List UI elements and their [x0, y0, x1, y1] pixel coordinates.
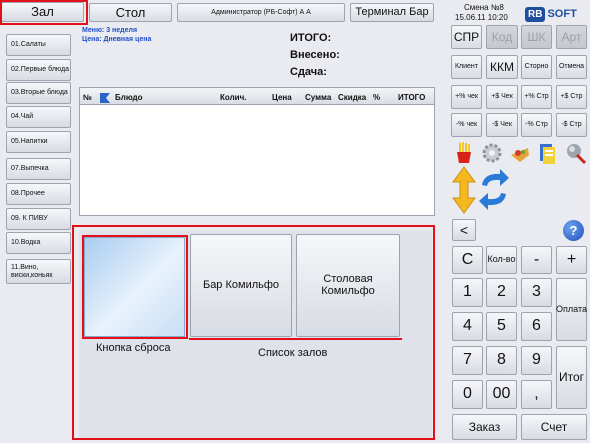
category-other[interactable]: 08.Прочее — [6, 183, 71, 205]
digit-2-button[interactable]: 2 — [486, 278, 517, 307]
column-discount: Скидка — [338, 93, 367, 102]
category-first-courses[interactable]: 02.Первые блюда — [6, 59, 71, 81]
food-icon[interactable] — [508, 141, 532, 165]
percent-markup-line-button[interactable]: +% Стр — [521, 85, 552, 109]
digit-9-button[interactable]: 9 — [521, 346, 552, 375]
cancel-button[interactable]: Отмена — [556, 55, 587, 79]
category-drinks[interactable]: 05.Напитки — [6, 131, 71, 153]
hall-list-caption: Список залов — [258, 347, 328, 359]
digit-7-button[interactable]: 7 — [452, 346, 483, 375]
order-table[interactable] — [79, 87, 435, 216]
reset-button-caption: Кнопка сброса — [96, 342, 171, 354]
fries-icon[interactable] — [452, 141, 476, 165]
category-second-courses[interactable]: 03.Вторые блюда — [6, 82, 71, 104]
price-name: Цена: Дневная цена — [82, 36, 152, 43]
column-price: Цена — [272, 93, 292, 102]
sum-markup-line-button[interactable]: +$ Стр — [556, 85, 587, 109]
column-percent: % — [373, 93, 381, 102]
user-button[interactable]: Администратор (РБ-Софт) А А — [177, 3, 345, 22]
order-button[interactable]: Заказ — [452, 414, 517, 440]
help-icon[interactable]: ? — [563, 220, 584, 241]
client-button[interactable]: Клиент — [451, 55, 482, 79]
sum-discount-check-button[interactable]: -$ Чек — [486, 113, 518, 137]
kkm-button[interactable]: ККМ — [486, 55, 518, 79]
clear-button[interactable]: C — [452, 246, 483, 274]
exit-icon[interactable] — [563, 141, 587, 165]
bill-button[interactable]: Счет — [521, 414, 587, 440]
category-vodka[interactable]: 10.Водка — [6, 232, 71, 254]
rbsoft-logo: RB SOFT — [525, 6, 583, 22]
sum-markup-check-button[interactable]: +$ Чек — [486, 85, 518, 109]
column-number: № — [83, 93, 92, 102]
tab-table[interactable]: Стол — [89, 3, 172, 22]
sum-discount-line-button[interactable]: -$ Стр — [556, 113, 587, 137]
digit-4-button[interactable]: 4 — [452, 312, 483, 341]
article-button[interactable]: Арт — [556, 25, 587, 49]
plus-button[interactable]: + — [556, 246, 587, 274]
directory-button[interactable]: СПР — [451, 25, 482, 49]
category-wine[interactable]: 11.Вино, виски,коньяк — [6, 259, 71, 284]
digit-8-button[interactable]: 8 — [486, 346, 517, 375]
percent-discount-check-button[interactable]: -% чек — [451, 113, 482, 137]
category-pastry[interactable]: 07.Выпечка — [6, 158, 71, 180]
payment-button[interactable]: Оплата — [556, 278, 587, 341]
column-sum: Сумма — [305, 93, 332, 102]
back-button[interactable]: < — [452, 219, 476, 241]
digit-0-button[interactable]: 0 — [452, 380, 483, 409]
hall-bar-comilfo[interactable]: Бар Комильфо — [190, 234, 292, 337]
settings-gear-icon[interactable] — [480, 141, 504, 165]
minus-button[interactable]: - — [521, 246, 552, 274]
category-salads[interactable]: 01.Салаты — [6, 34, 71, 56]
reset-button[interactable] — [84, 237, 185, 337]
digit-5-button[interactable]: 5 — [486, 312, 517, 341]
category-beer-snacks[interactable]: 09. К ПИВУ — [6, 208, 71, 230]
terminal-button[interactable]: Терминал Бар — [350, 3, 434, 22]
total-button[interactable]: Итог — [556, 346, 587, 409]
hall-canteen-comilfo[interactable]: Столовая Комильфо — [296, 234, 400, 337]
up-down-arrows-icon[interactable] — [451, 166, 477, 214]
digit-3-button[interactable]: 3 — [521, 278, 552, 307]
digit-1-button[interactable]: 1 — [452, 278, 483, 307]
change-label: Сдача: — [290, 66, 327, 78]
logo-soft: SOFT — [547, 8, 577, 20]
refresh-arrows-icon[interactable] — [478, 167, 510, 212]
percent-markup-check-button[interactable]: +% чек — [451, 85, 482, 109]
logo-rb: RB — [525, 6, 546, 22]
quantity-button[interactable]: Кол-во — [486, 246, 517, 274]
code-button[interactable]: Код — [486, 25, 518, 49]
column-quantity: Колич. — [220, 93, 247, 102]
tab-hall[interactable]: Зал — [1, 2, 84, 22]
digit-6-button[interactable]: 6 — [521, 312, 552, 341]
menu-name: Меню: 3 неделя — [82, 27, 138, 34]
report-icon[interactable] — [536, 141, 560, 165]
shift-datetime: 15.06.11 10:20 — [455, 13, 508, 22]
sort-flag-icon[interactable] — [99, 91, 111, 103]
storno-button[interactable]: Сторно — [521, 55, 552, 79]
category-tea[interactable]: 04.Чай — [6, 106, 71, 128]
barcode-button[interactable]: ШК — [521, 25, 552, 49]
paid-label: Внесено: — [290, 49, 340, 61]
percent-discount-line-button[interactable]: -% Стр — [521, 113, 552, 137]
column-total: ИТОГО — [398, 93, 426, 102]
digit-00-button[interactable]: 00 — [486, 380, 517, 409]
column-dish: Блюдо — [115, 93, 143, 102]
highlight-hall-list-underline — [189, 338, 402, 340]
comma-button[interactable]: , — [521, 380, 552, 409]
total-label: ИТОГО: — [290, 32, 332, 44]
shift-number: Смена №8 — [464, 3, 504, 12]
